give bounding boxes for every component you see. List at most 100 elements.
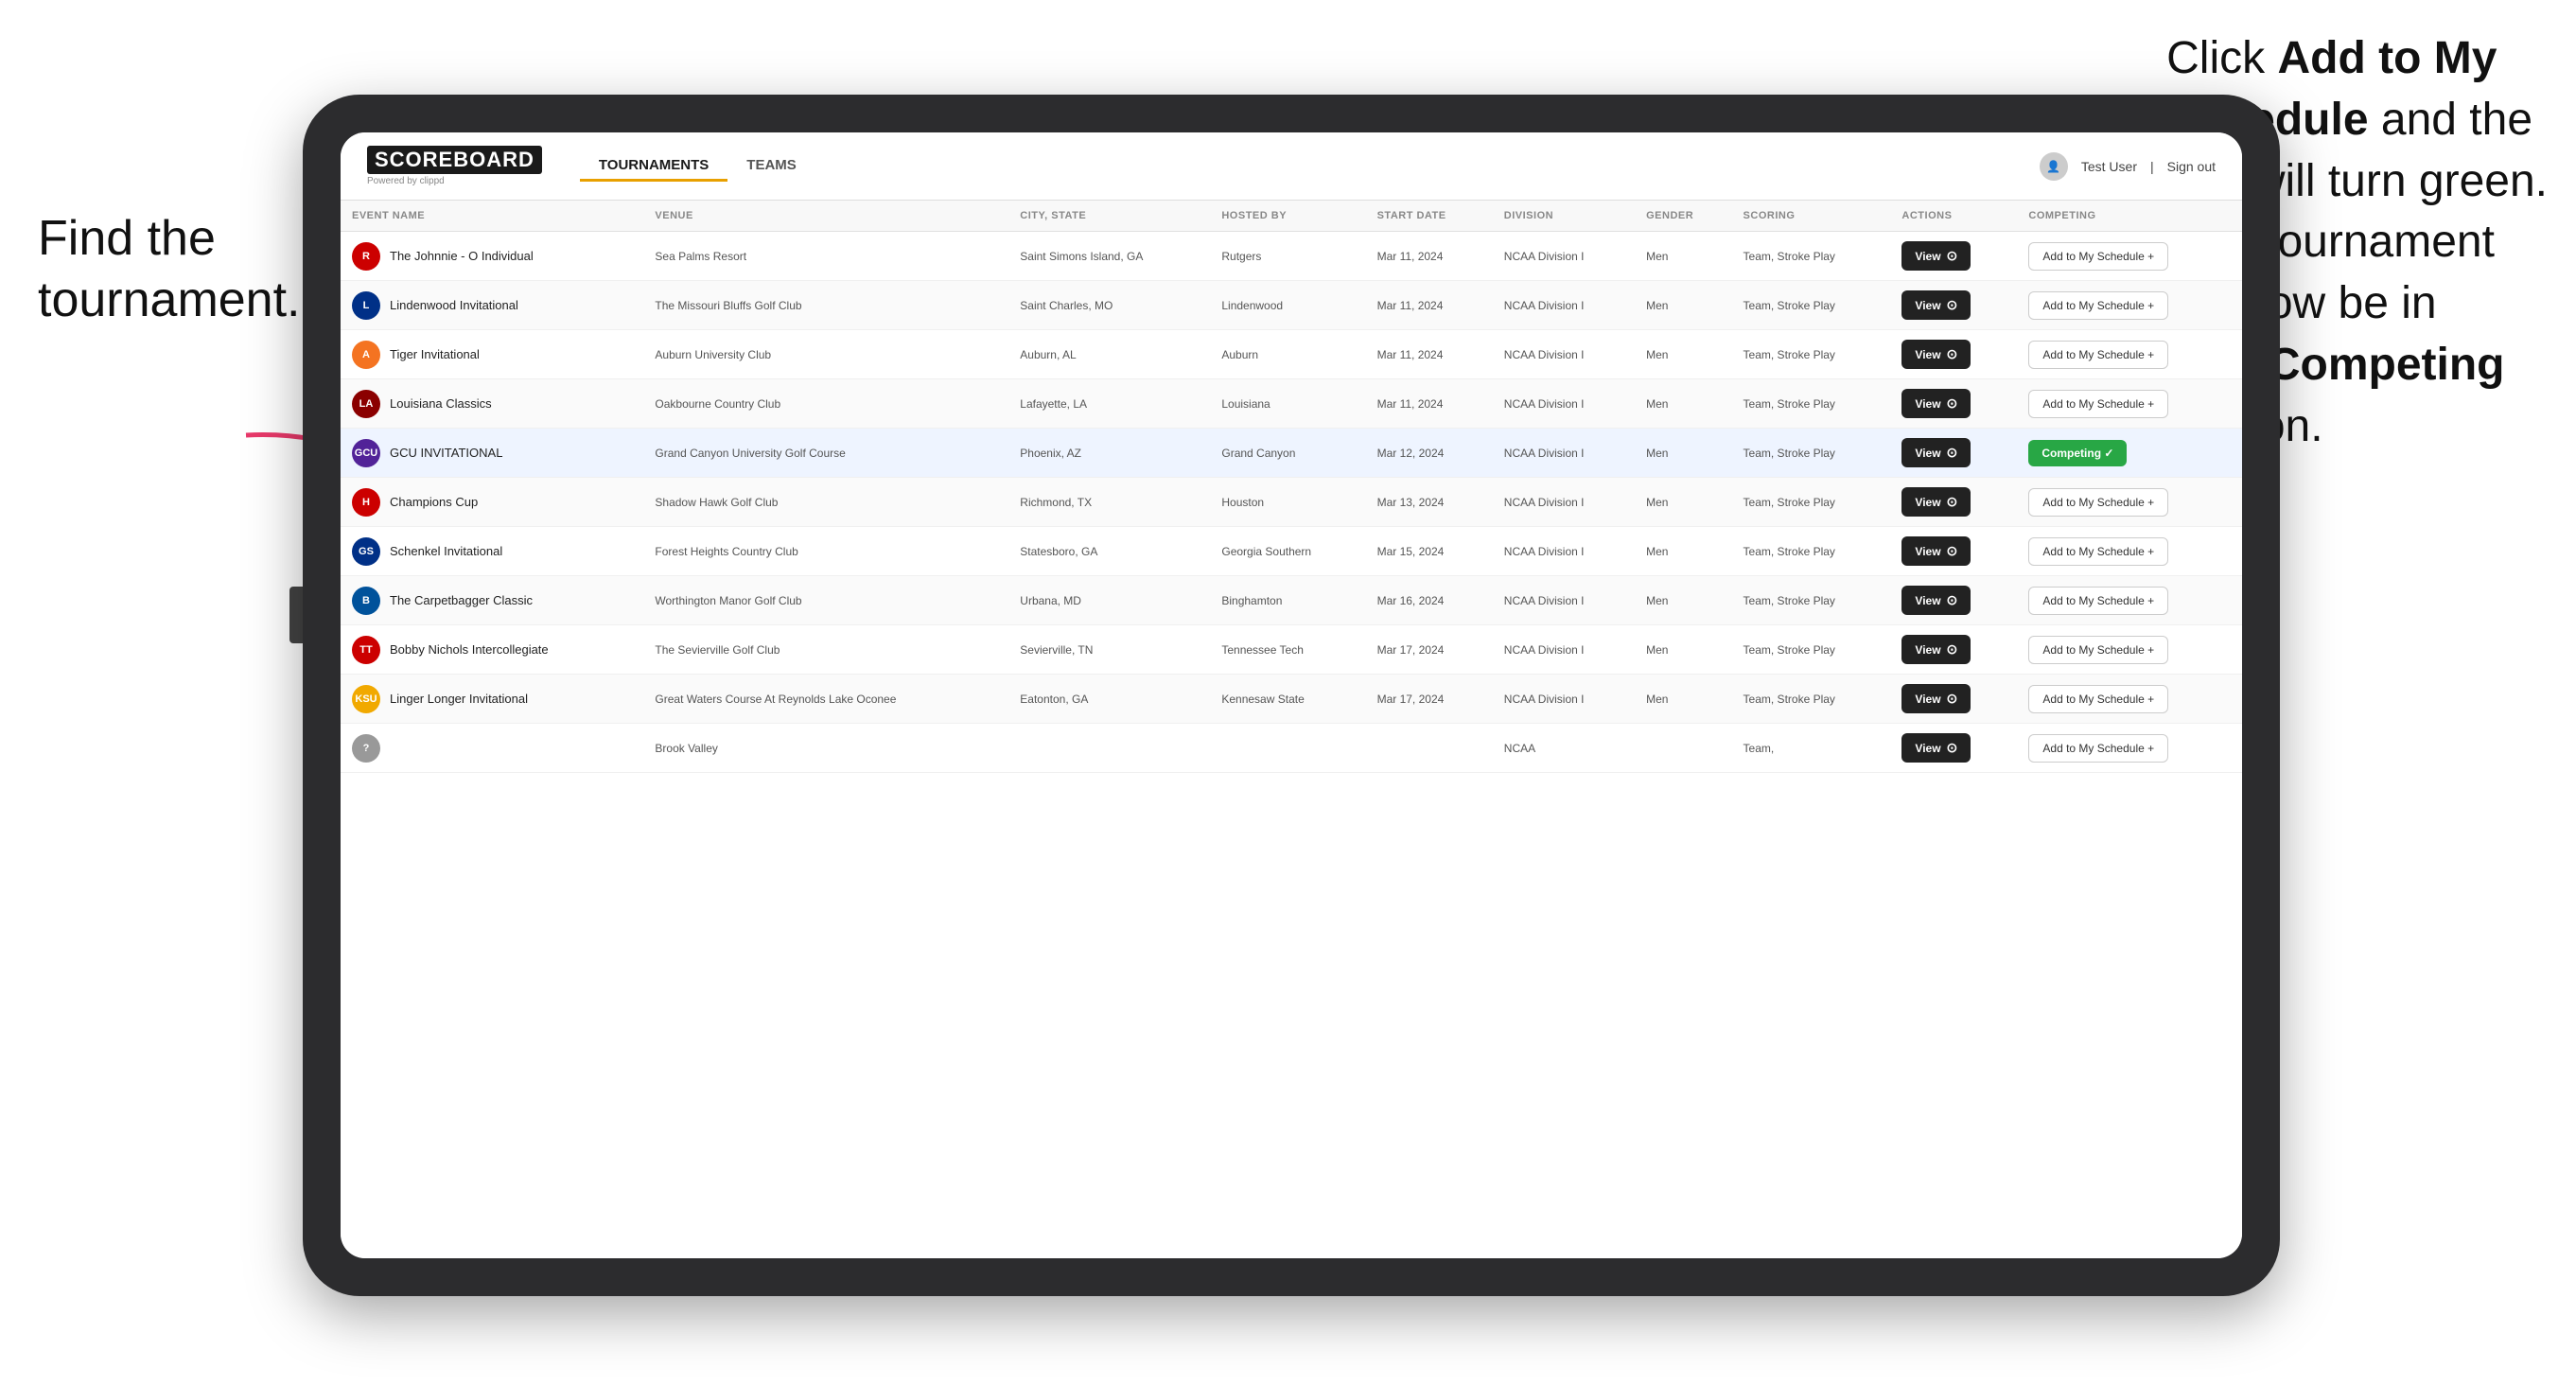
add-to-schedule-button[interactable]: Add to My Schedule + bbox=[2028, 242, 2168, 271]
gender-cell bbox=[1635, 724, 1731, 773]
event-name: The Johnnie - O Individual bbox=[390, 249, 534, 263]
gender-cell: Men bbox=[1635, 675, 1731, 724]
add-to-schedule-button[interactable]: Add to My Schedule + bbox=[2028, 734, 2168, 763]
view-button[interactable]: View ⊙ bbox=[1901, 536, 1971, 566]
add-to-schedule-button[interactable]: Add to My Schedule + bbox=[2028, 537, 2168, 566]
start-date-cell: Mar 11, 2024 bbox=[1366, 330, 1493, 379]
app-logo: SCOREBOARD bbox=[367, 146, 542, 174]
actions-cell: View ⊙ bbox=[1890, 625, 2017, 675]
team-logo: B bbox=[352, 587, 380, 615]
logo-area: SCOREBOARD Powered by clippd bbox=[367, 146, 542, 186]
team-logo: A bbox=[352, 341, 380, 369]
tab-tournaments[interactable]: TOURNAMENTS bbox=[580, 151, 727, 182]
col-division: DIVISION bbox=[1493, 201, 1635, 232]
tab-teams[interactable]: TEAMS bbox=[727, 151, 815, 182]
sign-out-link[interactable]: Sign out bbox=[2167, 159, 2216, 174]
add-to-schedule-button[interactable]: Add to My Schedule + bbox=[2028, 587, 2168, 615]
view-button[interactable]: View ⊙ bbox=[1901, 733, 1971, 763]
event-name: Tiger Invitational bbox=[390, 347, 480, 361]
scoring-cell: Team, Stroke Play bbox=[1732, 625, 1891, 675]
division-cell: NCAA Division I bbox=[1493, 330, 1635, 379]
annotation-left: Find the tournament. bbox=[38, 208, 301, 331]
venue-cell: Great Waters Course At Reynolds Lake Oco… bbox=[643, 675, 1008, 724]
start-date-cell: Mar 11, 2024 bbox=[1366, 379, 1493, 429]
table-row: TT Bobby Nichols Intercollegiate The Sev… bbox=[341, 625, 2242, 675]
team-logo: KSU bbox=[352, 685, 380, 713]
competing-cell: Add to My Schedule + bbox=[2017, 675, 2242, 724]
col-start-date: START DATE bbox=[1366, 201, 1493, 232]
table-row: GCU GCU INVITATIONAL Grand Canyon Univer… bbox=[341, 429, 2242, 478]
table-header-row: EVENT NAME VENUE CITY, STATE HOSTED BY S… bbox=[341, 201, 2242, 232]
start-date-cell: Mar 17, 2024 bbox=[1366, 675, 1493, 724]
table-row: KSU Linger Longer Invitational Great Wat… bbox=[341, 675, 2242, 724]
scoring-cell: Team, Stroke Play bbox=[1732, 281, 1891, 330]
tablet-screen: SCOREBOARD Powered by clippd TOURNAMENTS… bbox=[341, 132, 2242, 1258]
scoring-cell: Team, bbox=[1732, 724, 1891, 773]
division-cell: NCAA Division I bbox=[1493, 576, 1635, 625]
gender-cell: Men bbox=[1635, 330, 1731, 379]
event-name-cell: R The Johnnie - O Individual bbox=[341, 232, 643, 281]
add-to-schedule-button[interactable]: Add to My Schedule + bbox=[2028, 390, 2168, 418]
view-button[interactable]: View ⊙ bbox=[1901, 684, 1971, 713]
team-logo: R bbox=[352, 242, 380, 271]
view-button[interactable]: View ⊙ bbox=[1901, 487, 1971, 517]
event-name: The Carpetbagger Classic bbox=[390, 593, 533, 607]
event-name: Linger Longer Invitational bbox=[390, 692, 528, 706]
venue-cell: The Sevierville Golf Club bbox=[643, 625, 1008, 675]
city-state-cell: Saint Charles, MO bbox=[1008, 281, 1210, 330]
event-name-cell: ? bbox=[341, 724, 643, 773]
view-button[interactable]: View ⊙ bbox=[1901, 340, 1971, 369]
scoring-cell: Team, Stroke Play bbox=[1732, 478, 1891, 527]
event-name-cell: GCU GCU INVITATIONAL bbox=[341, 429, 643, 478]
gender-cell: Men bbox=[1635, 379, 1731, 429]
nav-tabs: TOURNAMENTS TEAMS bbox=[580, 151, 815, 182]
col-hosted-by: HOSTED BY bbox=[1210, 201, 1365, 232]
gender-cell: Men bbox=[1635, 478, 1731, 527]
event-name: Louisiana Classics bbox=[390, 396, 492, 411]
city-state-cell: Saint Simons Island, GA bbox=[1008, 232, 1210, 281]
add-to-schedule-button[interactable]: Add to My Schedule + bbox=[2028, 685, 2168, 713]
add-to-schedule-button[interactable]: Add to My Schedule + bbox=[2028, 291, 2168, 320]
actions-cell: View ⊙ bbox=[1890, 281, 2017, 330]
competing-cell: Add to My Schedule + bbox=[2017, 330, 2242, 379]
gender-cell: Men bbox=[1635, 527, 1731, 576]
view-button[interactable]: View ⊙ bbox=[1901, 389, 1971, 418]
city-state-cell: Urbana, MD bbox=[1008, 576, 1210, 625]
view-button[interactable]: View ⊙ bbox=[1901, 438, 1971, 467]
add-to-schedule-button[interactable]: Add to My Schedule + bbox=[2028, 341, 2168, 369]
actions-cell: View ⊙ bbox=[1890, 724, 2017, 773]
division-cell: NCAA Division I bbox=[1493, 625, 1635, 675]
start-date-cell: Mar 11, 2024 bbox=[1366, 281, 1493, 330]
city-state-cell: Auburn, AL bbox=[1008, 330, 1210, 379]
col-competing: COMPETING bbox=[2017, 201, 2242, 232]
scoring-cell: Team, Stroke Play bbox=[1732, 330, 1891, 379]
team-logo: L bbox=[352, 291, 380, 320]
view-button[interactable]: View ⊙ bbox=[1901, 241, 1971, 271]
team-logo: LA bbox=[352, 390, 380, 418]
start-date-cell: Mar 11, 2024 bbox=[1366, 232, 1493, 281]
competing-cell: Add to My Schedule + bbox=[2017, 527, 2242, 576]
team-logo: GS bbox=[352, 537, 380, 566]
add-to-schedule-button[interactable]: Add to My Schedule + bbox=[2028, 636, 2168, 664]
user-avatar: 👤 bbox=[2040, 152, 2068, 181]
division-cell: NCAA Division I bbox=[1493, 429, 1635, 478]
add-to-schedule-button[interactable]: Add to My Schedule + bbox=[2028, 488, 2168, 517]
division-cell: NCAA bbox=[1493, 724, 1635, 773]
table-row: A Tiger Invitational Auburn University C… bbox=[341, 330, 2242, 379]
competing-cell: Add to My Schedule + bbox=[2017, 379, 2242, 429]
view-button[interactable]: View ⊙ bbox=[1901, 635, 1971, 664]
user-label: Test User bbox=[2081, 159, 2137, 174]
view-button[interactable]: View ⊙ bbox=[1901, 586, 1971, 615]
competing-button[interactable]: Competing ✓ bbox=[2028, 440, 2127, 466]
competing-cell: Add to My Schedule + bbox=[2017, 625, 2242, 675]
scoring-cell: Team, Stroke Play bbox=[1732, 379, 1891, 429]
tablet-side-button bbox=[289, 587, 303, 643]
competing-cell: Add to My Schedule + bbox=[2017, 232, 2242, 281]
actions-cell: View ⊙ bbox=[1890, 232, 2017, 281]
tournament-table-container: EVENT NAME VENUE CITY, STATE HOSTED BY S… bbox=[341, 201, 2242, 1258]
event-name: Lindenwood Invitational bbox=[390, 298, 518, 312]
view-button[interactable]: View ⊙ bbox=[1901, 290, 1971, 320]
city-state-cell: Lafayette, LA bbox=[1008, 379, 1210, 429]
hosted-by-cell: Binghamton bbox=[1210, 576, 1365, 625]
tablet-frame: SCOREBOARD Powered by clippd TOURNAMENTS… bbox=[303, 95, 2280, 1296]
